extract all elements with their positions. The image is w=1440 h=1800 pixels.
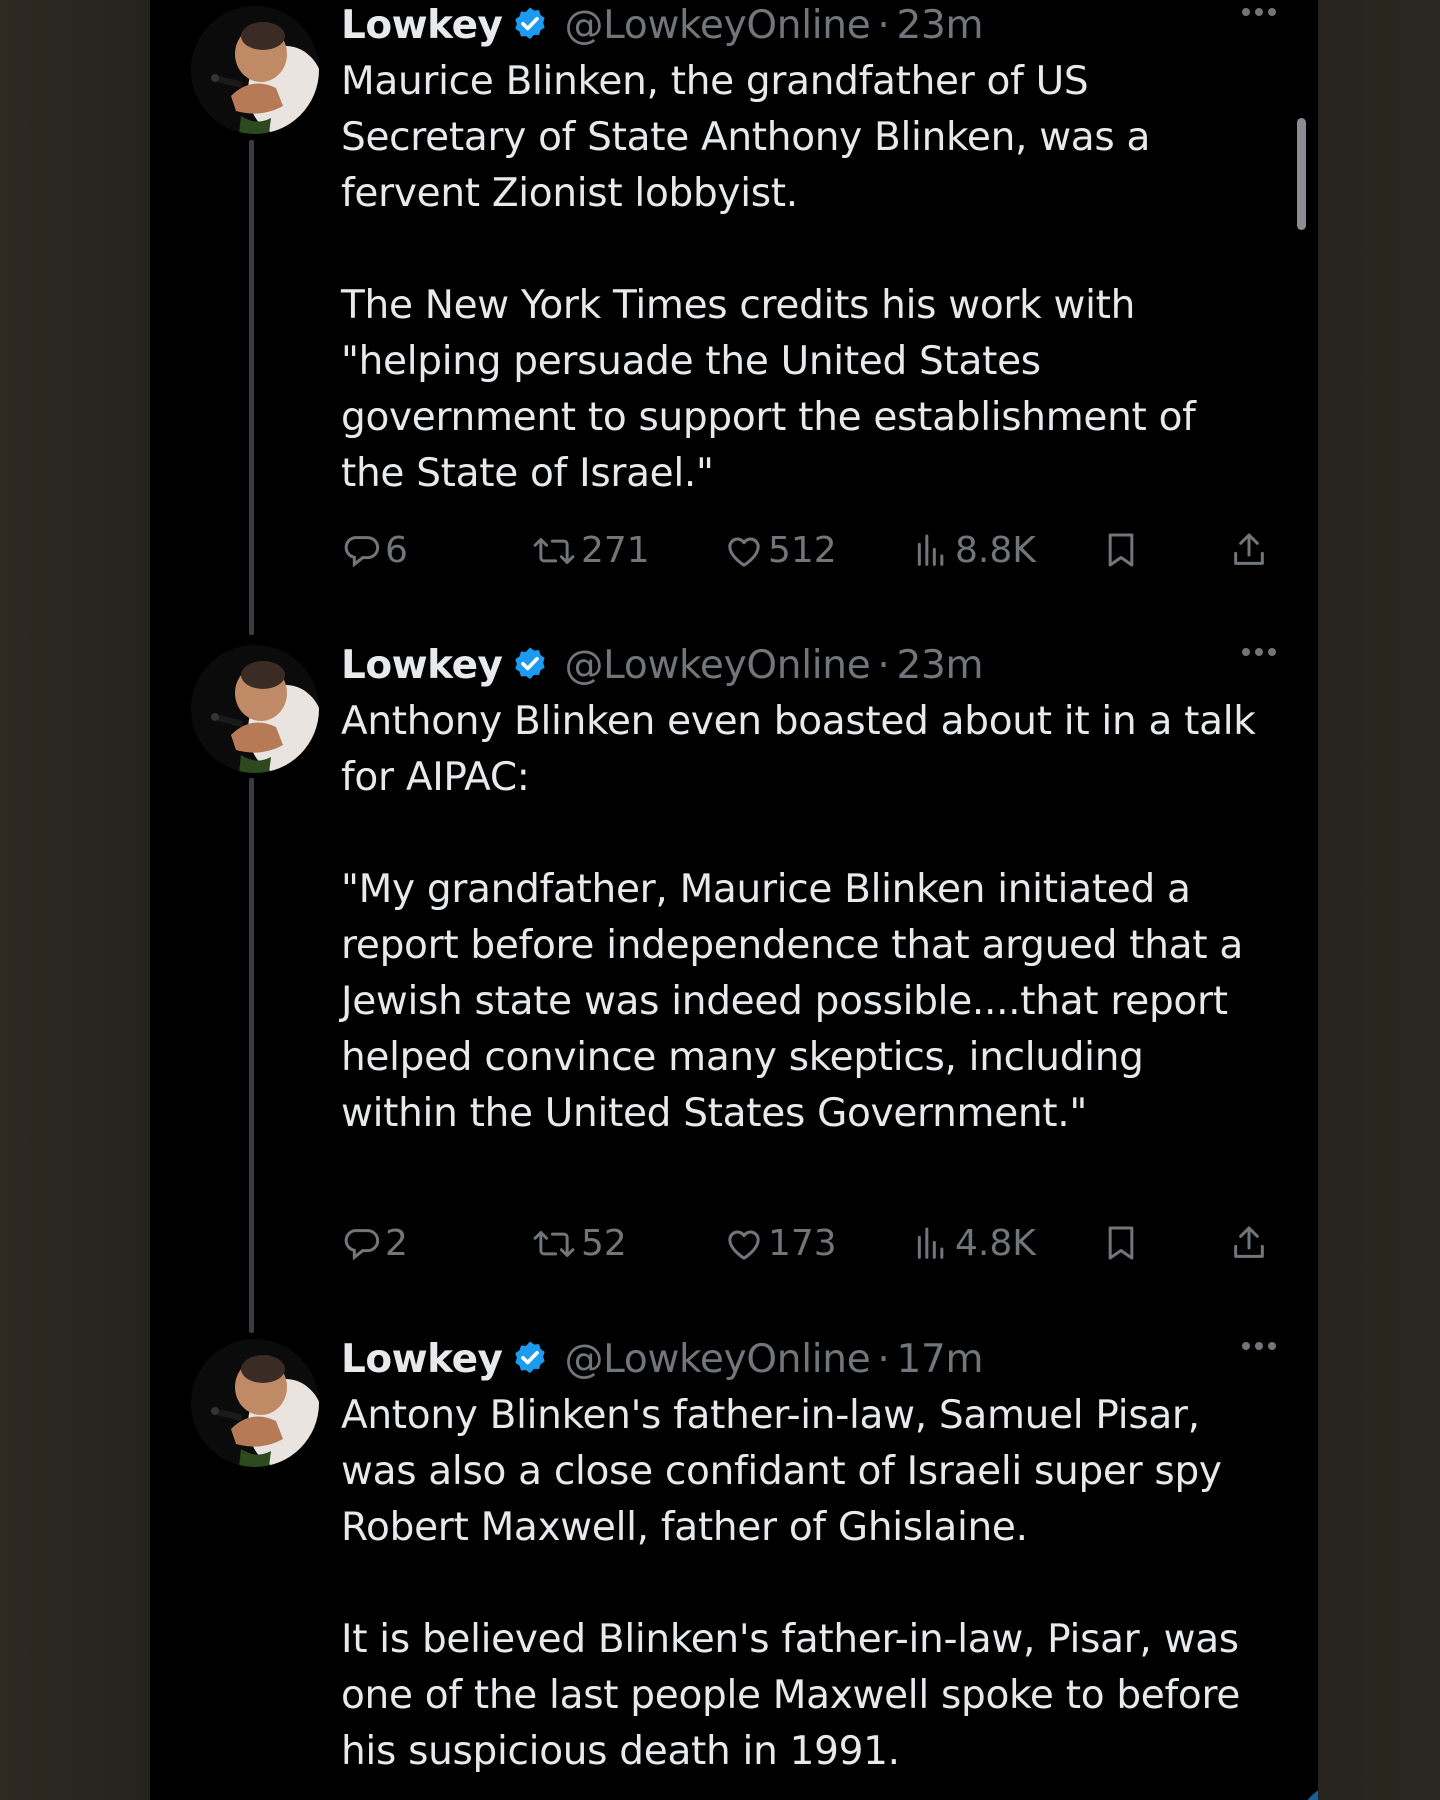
reply-icon <box>344 1228 380 1260</box>
tweet-actions: 6 271 512 8.8K <box>341 530 1268 576</box>
repost-icon <box>533 1230 575 1257</box>
verified-badge-icon <box>510 1339 550 1379</box>
verified-badge-icon <box>510 5 550 45</box>
author-name[interactable]: Lowkey <box>341 643 503 688</box>
thread-connector-line <box>249 778 254 1333</box>
repost-count: 271 <box>581 530 650 571</box>
verified-badge-icon <box>510 645 550 685</box>
share-button[interactable] <box>1229 530 1269 570</box>
author-handle[interactable]: @LowkeyOnline <box>564 643 870 688</box>
reply-icon <box>344 535 380 567</box>
author-handle[interactable]: @LowkeyOnline <box>564 3 870 48</box>
avatar-image <box>191 645 319 773</box>
reply-button[interactable]: 2 <box>341 1223 408 1264</box>
tweet-paragraph: Antony Blinken's father-in-law, Samuel P… <box>341 1393 1222 1550</box>
tweet-paragraph: Anthony Blinken even boasted about it in… <box>341 699 1256 800</box>
separator-dot: · <box>877 1336 890 1382</box>
author-name[interactable]: Lowkey <box>341 3 503 48</box>
more-options-icon[interactable] <box>1242 648 1276 656</box>
bookmark-icon <box>1108 533 1134 567</box>
tweet-header: Lowkey @LowkeyOnline · 23m <box>341 640 1276 690</box>
tweet-text: Anthony Blinken even boasted about it in… <box>341 694 1268 1142</box>
repost-button[interactable]: 271 <box>531 530 650 571</box>
like-icon <box>728 1230 760 1260</box>
avatar-image <box>191 6 319 134</box>
scrollbar[interactable] <box>1297 118 1306 230</box>
tweet-paragraph: "My grandfather, Maurice Blinken initiat… <box>341 867 1243 1136</box>
more-options-icon[interactable] <box>1242 1342 1276 1350</box>
avatar[interactable] <box>191 6 319 134</box>
tweet-actions: 2 52 173 4.8K <box>341 1223 1268 1269</box>
like-count: 173 <box>768 1223 837 1264</box>
share-icon <box>1234 1226 1264 1258</box>
like-count: 512 <box>768 530 837 571</box>
separator-dot: · <box>877 2 890 48</box>
timeline-thread: Lowkey @LowkeyOnline · 23m Maurice Blink… <box>150 0 1318 1800</box>
tweet-header: Lowkey @LowkeyOnline · 17m <box>341 1334 1276 1384</box>
tweet-paragraph: Maurice Blinken, the grandfather of US S… <box>341 59 1151 216</box>
bookmark-button[interactable] <box>1101 530 1141 570</box>
reply-count: 2 <box>385 1223 408 1264</box>
like-button[interactable]: 173 <box>724 1223 837 1264</box>
share-button[interactable] <box>1229 1223 1269 1263</box>
views-button[interactable]: 8.8K <box>911 530 1036 571</box>
repost-icon <box>533 537 575 564</box>
reply-count: 6 <box>385 530 408 571</box>
tweet-header: Lowkey @LowkeyOnline · 23m <box>341 0 1276 50</box>
author-name[interactable]: Lowkey <box>341 1337 503 1382</box>
views-count: 4.8K <box>955 1223 1036 1264</box>
bookmark-icon <box>1108 1226 1134 1260</box>
tweet-text: Maurice Blinken, the grandfather of US S… <box>341 54 1268 502</box>
avatar[interactable] <box>191 1339 319 1467</box>
reply-button[interactable]: 6 <box>341 530 408 571</box>
share-icon <box>1234 533 1264 565</box>
tweet-paragraph: It is believed Blinken's father-in-law, … <box>341 1617 1241 1774</box>
like-button[interactable]: 512 <box>724 530 837 571</box>
views-count: 8.8K <box>955 530 1036 571</box>
author-handle[interactable]: @LowkeyOnline <box>564 1337 870 1382</box>
tweet-timestamp[interactable]: 23m <box>897 3 984 48</box>
views-button[interactable]: 4.8K <box>911 1223 1036 1264</box>
tweet-timestamp[interactable]: 17m <box>897 1337 984 1382</box>
tweet-timestamp[interactable]: 23m <box>897 643 984 688</box>
tweet-paragraph: The New York Times credits his work with… <box>341 283 1196 496</box>
views-icon <box>917 534 944 566</box>
bookmark-button[interactable] <box>1101 1223 1141 1263</box>
repost-button[interactable]: 52 <box>531 1223 627 1264</box>
tweet-text: Antony Blinken's father-in-law, Samuel P… <box>341 1388 1268 1780</box>
separator-dot: · <box>877 642 890 688</box>
repost-count: 52 <box>581 1223 627 1264</box>
more-options-icon[interactable] <box>1242 8 1276 16</box>
avatar[interactable] <box>191 645 319 773</box>
views-icon <box>917 1227 944 1259</box>
avatar-image <box>191 1339 319 1467</box>
thread-connector-line <box>249 140 254 635</box>
compose-fab-button[interactable] <box>1295 1780 1318 1800</box>
like-icon <box>728 537 760 567</box>
